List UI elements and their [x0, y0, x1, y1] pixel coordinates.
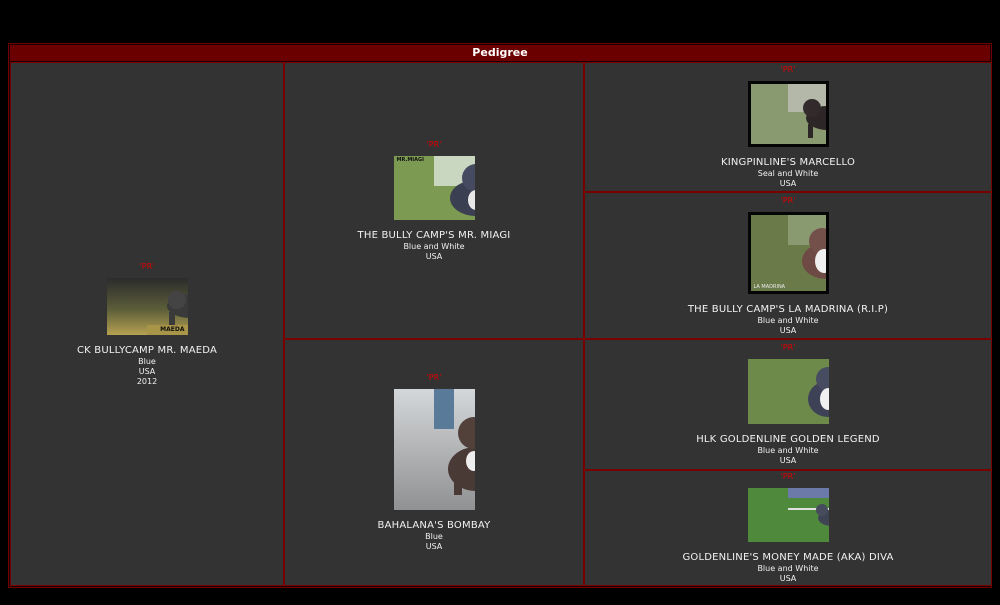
dog-country: USA [779, 179, 797, 188]
dog-cell-miagi: 'PR' MR.MIAGI THE BULLY CAMP'S MR. MIAGI… [284, 62, 584, 339]
dog-country: USA [779, 574, 797, 583]
dog-name[interactable]: BAHALANA'S BOMBAY [378, 520, 491, 532]
dog-photo-legend[interactable] [747, 359, 829, 424]
pr-badge: 'PR' [780, 65, 796, 74]
dog-image [434, 155, 475, 216]
dog-name[interactable]: THE BULLY CAMP'S LA MADRINA (R.I.P) [688, 304, 888, 316]
dog-color: Blue and White [757, 564, 819, 573]
pr-badge: 'PR' [426, 373, 442, 382]
dog-image [788, 84, 826, 138]
dog-cell-legend: 'PR' HLK GOLDENLINE GOLDEN LEGEND Blue a… [584, 339, 992, 470]
dog-name[interactable]: CK BULLYCAMP MR. MAEDA [77, 345, 217, 357]
dog-cell-madrina: 'PR' LA MADRINA THE BULLY CAMP'S LA MADR… [584, 192, 992, 339]
dog-cell-maeda: 'PR' MAEDA CK BULLYCAMP MR. MAEDA Blue U… [10, 62, 284, 586]
pedigree-header: Pedigree [10, 45, 990, 61]
dog-image [788, 214, 826, 279]
pr-badge: 'PR' [780, 343, 796, 352]
dog-cell-bombay: 'PR' BAHALANA'S BOMBAY Blue USA [284, 339, 584, 586]
dog-color: Seal and White [757, 169, 819, 178]
dog-year: 2012 [136, 376, 158, 386]
dog-image [788, 488, 829, 526]
dog-photo-maeda[interactable]: MAEDA [106, 277, 188, 335]
dog-name[interactable]: THE BULLY CAMP'S MR. MIAGI [358, 230, 511, 242]
dog-country: USA [425, 251, 443, 261]
photo-caption: MAEDA [160, 325, 185, 333]
dog-country: USA [425, 542, 443, 551]
pr-badge: 'PR' [780, 195, 796, 205]
dog-photo-bombay[interactable] [393, 389, 475, 510]
dog-photo-marcello[interactable] [747, 81, 829, 147]
dog-country: USA [138, 366, 156, 376]
dog-country: USA [779, 456, 797, 465]
photo-caption: MR.MIAGI [396, 156, 425, 163]
dog-image [434, 389, 475, 495]
dog-cell-marcello: 'PR' KINGPINLINE'S MARCELLO Seal and Whi… [584, 62, 992, 192]
dog-color: Blue and White [757, 446, 819, 455]
dog-image [808, 367, 829, 417]
photo-caption: LA MADRINA [753, 283, 786, 290]
dog-photo-diva[interactable] [747, 488, 829, 542]
dog-color: Blue and White [757, 315, 819, 325]
dog-color: Blue [138, 356, 156, 366]
dog-photo-madrina[interactable]: LA MADRINA [747, 211, 829, 294]
dog-photo-miagi[interactable]: MR.MIAGI [393, 155, 475, 220]
pr-badge: 'PR' [426, 139, 442, 149]
dog-color: Blue and White [403, 241, 465, 251]
pedigree-table: Pedigree 'PR' MAEDA CK BULLYCAMP MR. MAE… [8, 43, 992, 588]
dog-color: Blue [425, 532, 443, 541]
pr-badge: 'PR' [780, 472, 796, 481]
pr-badge: 'PR' [139, 261, 155, 271]
dog-name[interactable]: GOLDENLINE'S MONEY MADE (AKA) DIVA [682, 552, 893, 564]
dog-name[interactable]: HLK GOLDENLINE GOLDEN LEGEND [696, 434, 880, 446]
dog-country: USA [779, 325, 797, 335]
dog-cell-diva: 'PR' GOLDENLINE'S MONEY MADE (AKA) DIVA … [584, 470, 992, 586]
dog-name[interactable]: KINGPINLINE'S MARCELLO [721, 157, 855, 169]
